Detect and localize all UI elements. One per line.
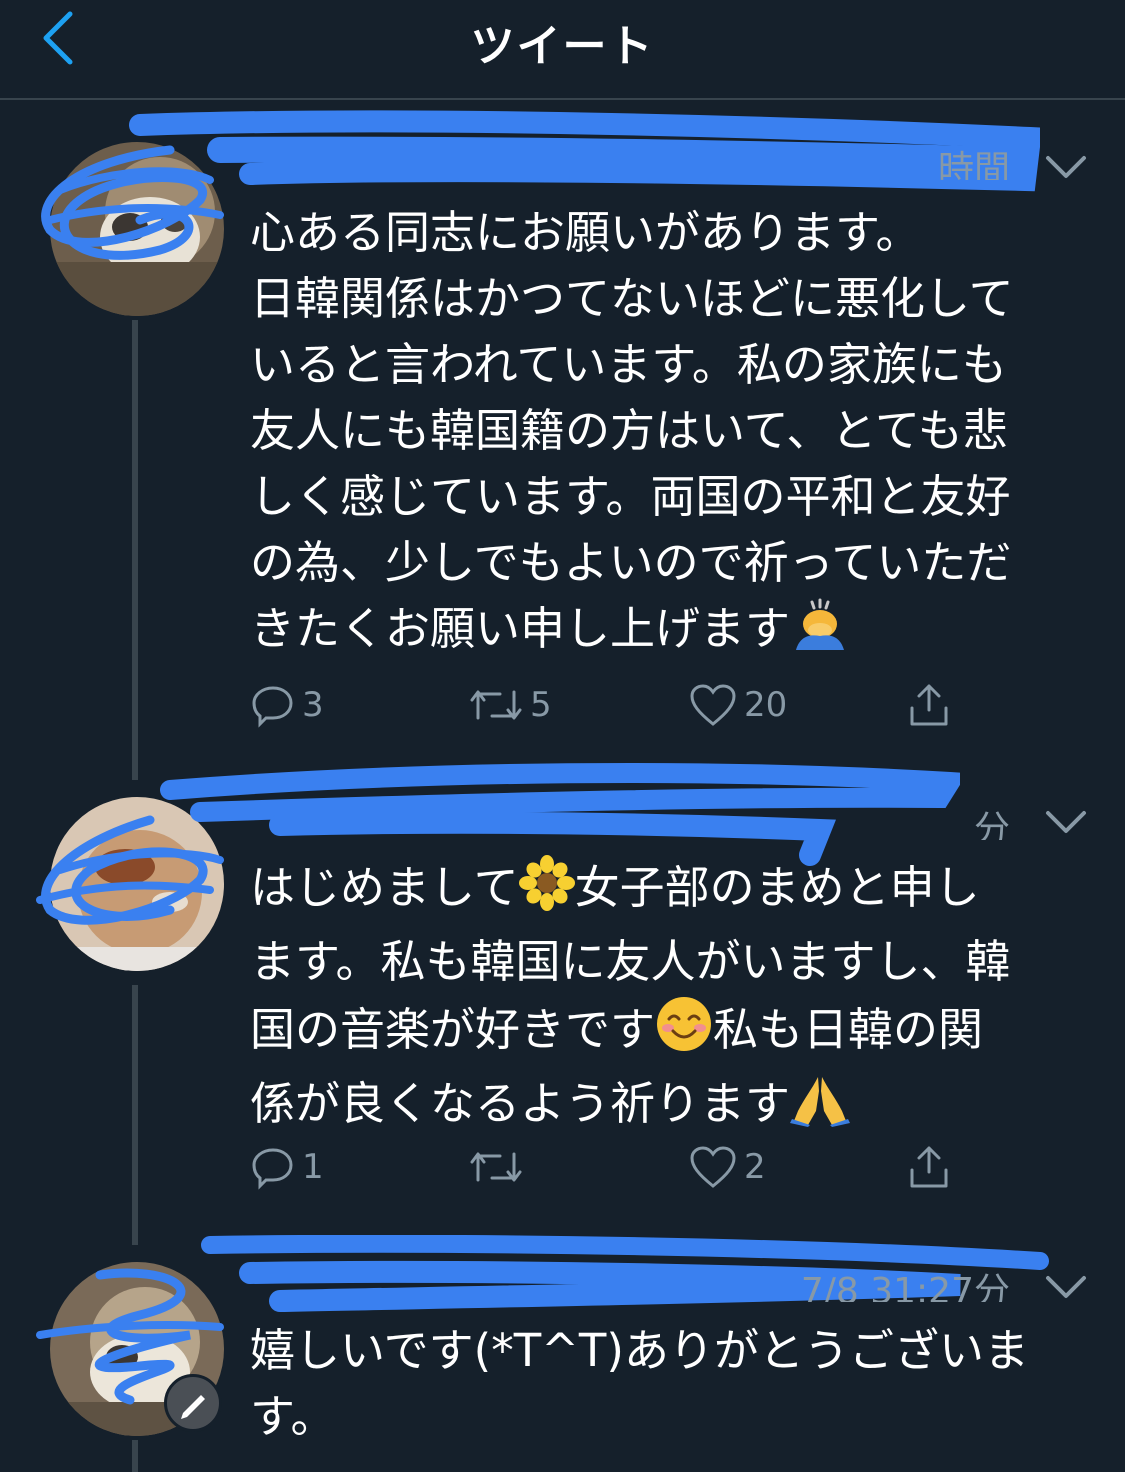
share-button[interactable]	[904, 680, 960, 730]
tweet-timestamp: 分	[973, 809, 1010, 840]
retweet-button[interactable]: 5	[468, 680, 552, 730]
tweet-line: 国の音楽が好きです 私も日韓の関	[250, 995, 1070, 1071]
heart-icon	[690, 1146, 736, 1188]
tweet-body: 嬉しいです(*T^T)ありがとうございま す。	[250, 1318, 1070, 1450]
reply-button[interactable]: 1	[250, 1142, 324, 1192]
retweet-icon	[470, 690, 522, 720]
tweet-line: 嬉しいです(*T^T)ありがとうございま	[250, 1324, 1029, 1377]
folded-hands-emoji-icon	[790, 1071, 851, 1145]
chevron-down-icon	[1046, 811, 1086, 833]
reply-count: 1	[302, 1147, 324, 1187]
pencil-icon	[181, 1395, 205, 1419]
tweet-line: しく感じています。両国の平和と友好	[250, 470, 1011, 523]
avatar[interactable]	[50, 797, 224, 971]
sunflower-emoji-icon	[518, 855, 575, 929]
tweet-line-text: 国の音楽が好きです	[250, 1003, 656, 1056]
tweet-header: 時間	[250, 140, 1010, 180]
tweet-line: 日韓関係はかつてないほどに悪化して	[250, 272, 1014, 325]
avatar[interactable]	[50, 142, 224, 316]
tweet-header: 分	[250, 800, 1010, 840]
tweet-line: 心ある同志にお願いがあります。	[250, 206, 921, 259]
tweet-actions: 1 2	[250, 1142, 970, 1192]
chevron-down-icon	[1046, 156, 1086, 178]
like-button[interactable]: 20	[688, 680, 787, 730]
tweet-line-text: きたくお願い申し上げます	[250, 602, 791, 655]
tweet-line: いると言われています。私の家族にも	[250, 338, 1007, 391]
tweet-menu-button[interactable]	[1040, 1270, 1092, 1306]
tweet-line-text: 女子部のまめと申し	[574, 861, 980, 914]
tweet-line: す。	[250, 1390, 336, 1443]
tweet-timestamp: 7/8 31:27分	[800, 1271, 1010, 1302]
reply-icon	[252, 686, 293, 728]
page-title: ツイート	[470, 21, 655, 72]
tweet-line: 係が良くなるよう祈ります	[250, 1071, 1070, 1145]
share-button[interactable]	[904, 1142, 960, 1192]
share-icon	[910, 684, 948, 726]
bowing-person-emoji-icon	[790, 596, 850, 670]
tweet-line: 友人にも韓国籍の方はいて、とても悲	[250, 404, 1008, 457]
like-count: 20	[744, 685, 788, 725]
like-button[interactable]: 2	[688, 1142, 766, 1192]
tweet-line-text: 係が良くなるよう祈ります	[250, 1077, 791, 1130]
like-count: 2	[744, 1147, 766, 1187]
tweet-line-text: はじめまして	[250, 861, 519, 914]
thread-line	[132, 320, 138, 780]
tweet-timestamp: 時間	[937, 149, 1010, 180]
tweet-line-text: 私も日韓の関	[713, 1003, 984, 1056]
reply-button[interactable]: 3	[250, 680, 324, 730]
tweet-menu-button[interactable]	[1040, 805, 1092, 841]
tweet-header: 7/8 31:27分	[250, 1262, 1010, 1302]
tweet-line: きたくお願い申し上げます	[250, 596, 1070, 670]
smiling-face-emoji-icon	[655, 995, 713, 1071]
tweet-actions: 3 5 20	[250, 680, 970, 730]
reply-count: 3	[302, 685, 324, 725]
tweet-line: はじめまして 女子部のまめと申し	[250, 855, 1070, 929]
tweet-line: ます。私も韓国に友人がいますし、韓	[250, 935, 1011, 988]
reply-icon	[252, 1148, 293, 1190]
verified-edit-badge	[164, 1374, 222, 1432]
thread-line	[132, 1440, 138, 1472]
retweet-button[interactable]	[468, 1142, 530, 1192]
tweet-line: の為、少しでもよいので祈っていただ	[250, 536, 1012, 589]
tweet-menu-button[interactable]	[1040, 150, 1092, 186]
tweet-body: はじめまして 女子部のまめと申し ます。私も韓国に友人がいますし、韓 国の音楽が…	[250, 855, 1070, 1145]
share-icon	[910, 1146, 948, 1188]
top-bar: ツイート	[0, 0, 1125, 100]
retweet-icon	[470, 1152, 522, 1182]
retweet-count: 5	[530, 685, 552, 725]
tweet-body: 心ある同志にお願いがあります。 日韓関係はかつてないほどに悪化して いると言われ…	[250, 200, 1070, 670]
chevron-down-icon	[1046, 1276, 1086, 1298]
heart-icon	[690, 684, 736, 726]
thread-line	[132, 985, 138, 1245]
